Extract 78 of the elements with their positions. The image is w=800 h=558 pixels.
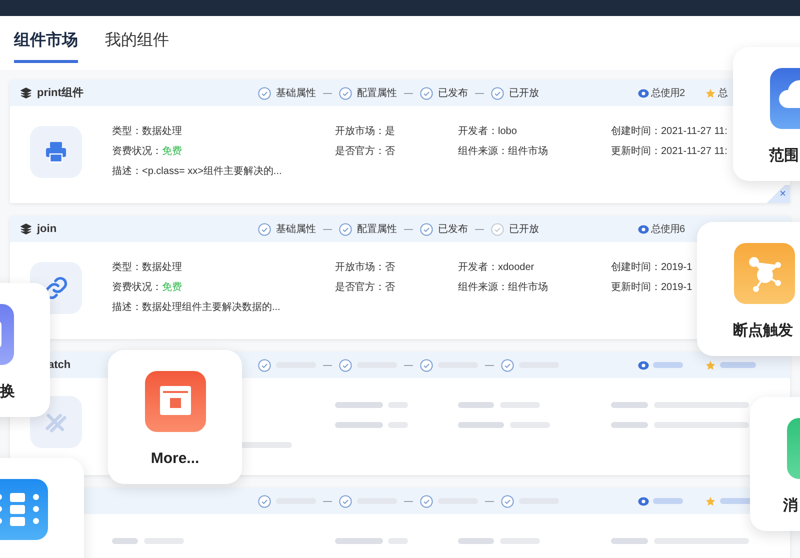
eye-icon [638,360,649,370]
tile-label: More... [150,449,200,469]
usage-count: 总使用2 [651,86,685,100]
check-circle-icon [501,358,514,372]
placeholder-bar [611,402,648,408]
rating-label: 总 [718,86,728,100]
fee-label: 资费状况： [112,144,162,159]
step-label: 已开放 [509,222,539,236]
feature-tile[interactable]: 消 [750,397,800,531]
star-icon [705,88,716,98]
component-name: join [37,222,57,237]
placeholder-bar [112,538,138,544]
source-text: 组件来源：组件市场 [458,144,549,159]
official-text: 是否官方：否 [335,280,396,295]
network-icon [734,243,795,304]
tile-label: 断点触发 [733,321,793,341]
tile-label: 范围 [769,146,799,166]
usage-count: 总使用6 [651,222,685,236]
placeholder-bar [458,422,504,428]
placeholder-bar [335,422,383,428]
placeholder-bar [458,538,494,544]
close-button[interactable]: × [766,185,790,203]
flowchart-icon [0,479,48,540]
placeholder-bar [653,362,683,368]
developer-text: 开发者：lobo [458,124,518,139]
step-label: 基础属性 [276,86,316,100]
placeholder-bar [653,498,683,504]
eye-icon [638,88,649,98]
check-circle-icon [501,494,514,508]
step-label: 已发布 [438,86,468,100]
created-time: 创建时间：2021-11-27 11: [611,124,728,139]
eye-icon [638,224,649,234]
fee-label: 资费状况： [112,280,162,295]
placeholder-bar [611,538,648,544]
check-circle-icon [258,494,271,508]
created-time: 创建时间：2019-1 [611,260,692,275]
placeholder-bar [720,362,756,368]
step-label: 已发布 [438,222,468,236]
star-icon [705,360,716,370]
check-circle-icon [339,358,352,372]
check-circle-icon [339,494,352,508]
developer-text: 开发者：xdooder [458,260,536,275]
component-name: print组件 [37,86,84,101]
step-label: 已开放 [509,86,539,100]
description-text: 描述：数据处理组件主要解决数据的... [112,300,282,315]
placeholder-bar [458,402,494,408]
tab[interactable]: 组件市场 [14,30,78,63]
market-text: 开放市场：是 [335,124,396,139]
source-text: 组件来源：组件市场 [458,280,549,295]
official-text: 是否官方：否 [335,144,396,159]
feature-tile[interactable]: 范围 [733,47,800,181]
tile-label: 消 [783,496,798,516]
feature-tile[interactable]: 断点触发 [697,222,800,356]
layers-icon [20,87,32,99]
browser-icon [144,371,206,432]
check-circle-icon [420,494,433,508]
layers-icon [20,223,32,235]
printer-icon [44,140,68,164]
step-label: 配置属性 [357,222,397,236]
eye-icon [638,496,649,506]
star-icon [705,496,716,506]
step-label: 基础属性 [276,222,316,236]
step-label: 配置属性 [357,86,397,100]
placeholder-bar [335,538,383,544]
fee-value: 免费 [162,280,182,295]
placeholder-bar [611,422,648,428]
type-text: 类型：数据处理 [112,124,183,139]
check-circle-icon [420,358,433,372]
updated-time: 更新时间：2021-11-27 11: [611,144,728,159]
fee-value: 免费 [162,144,182,159]
tab[interactable]: 我的组件 [105,30,169,63]
type-text: 类型：数据处理 [112,260,183,275]
market-text: 开放市场：否 [335,260,396,275]
updated-time: 更新时间：2019-1 [611,280,692,295]
placeholder-bar [335,402,383,408]
description-text: 描述：<p.class= xx>组件主要解决的... [112,164,283,179]
check-circle-icon [258,358,271,372]
feature-tile[interactable]: More... [108,350,242,484]
